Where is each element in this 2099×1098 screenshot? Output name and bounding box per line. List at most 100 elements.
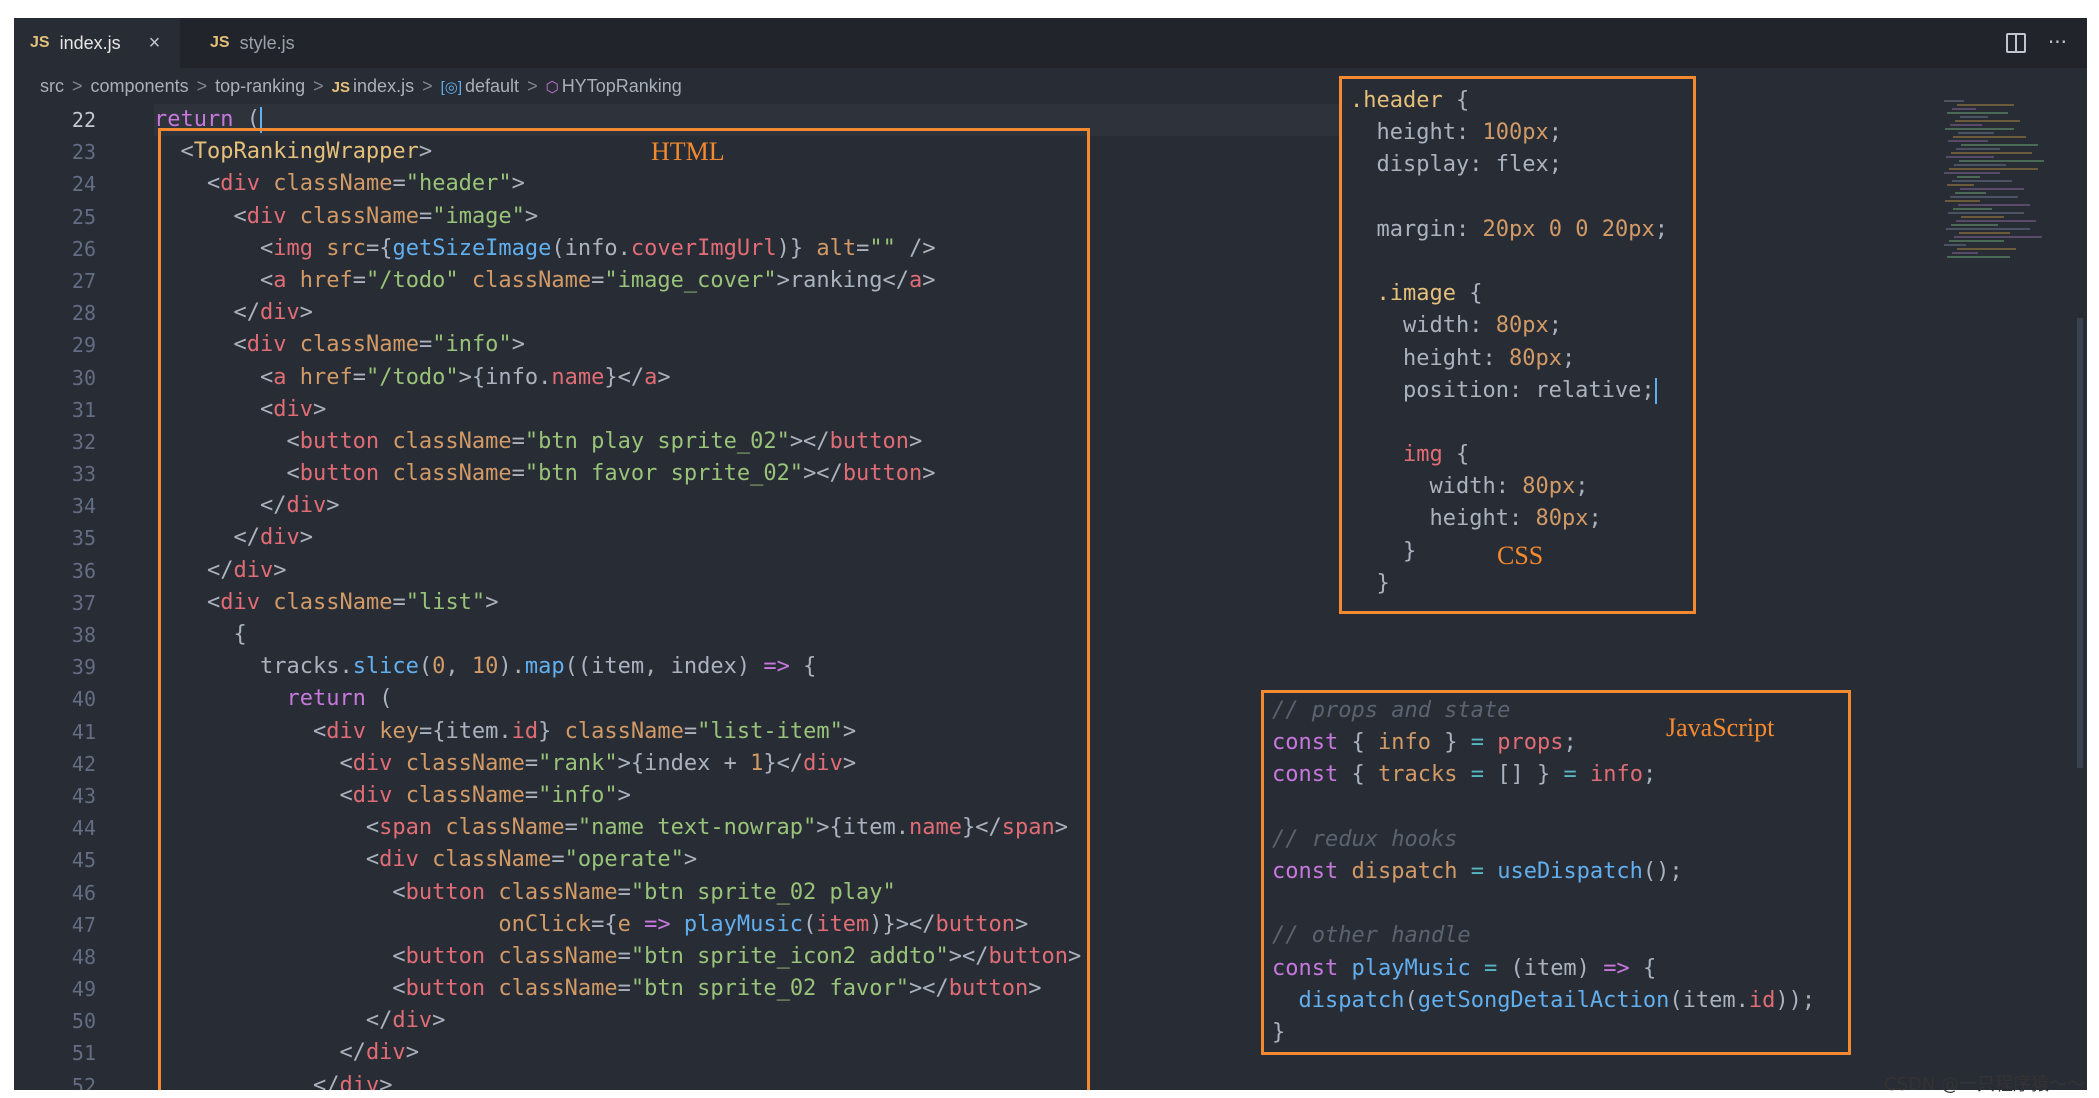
minimap-line bbox=[1944, 244, 1966, 246]
minimap-line bbox=[1957, 104, 2014, 106]
minimap-line bbox=[1955, 192, 1986, 194]
css-line: position: relative; bbox=[1402, 377, 1657, 404]
chevron-right-icon: > bbox=[196, 75, 208, 96]
line-number: 48 bbox=[71, 944, 96, 969]
line-number: 46 bbox=[71, 880, 96, 905]
minimap-line bbox=[1951, 152, 2032, 154]
line-number: 51 bbox=[71, 1041, 96, 1066]
chevron-right-icon: > bbox=[422, 75, 433, 96]
minimap-line bbox=[1953, 136, 2026, 138]
minimap-line bbox=[1945, 128, 2014, 130]
minimap-line bbox=[1944, 172, 2000, 174]
line-number: 39 bbox=[71, 655, 96, 680]
js-line bbox=[1272, 792, 1815, 824]
minimap-line bbox=[1954, 164, 2006, 166]
minimap-line bbox=[1951, 224, 1998, 226]
tab-label: index.js bbox=[59, 32, 121, 53]
css-line: width: 80px; bbox=[1429, 474, 1589, 500]
css-label: CSS bbox=[1497, 541, 1544, 570]
line-number: 40 bbox=[71, 687, 96, 712]
minimap-line bbox=[1952, 108, 1976, 110]
minimap-line bbox=[1959, 160, 2044, 162]
more-actions-icon[interactable]: ··· bbox=[2048, 30, 2067, 54]
minimap-line bbox=[1947, 184, 1974, 186]
minimap-line bbox=[1959, 232, 2010, 234]
minimap-line bbox=[1945, 200, 1980, 202]
minimap-line bbox=[1949, 168, 2038, 170]
javascript-snippet-box: // props and state const { info } = prop… bbox=[1261, 690, 1851, 1055]
line-number: 45 bbox=[71, 848, 96, 873]
css-line: } bbox=[1376, 570, 1390, 596]
js-line: const dispatch = useDispatch(); bbox=[1272, 858, 1683, 884]
minimap-line bbox=[1955, 120, 2020, 122]
html-highlight-box: HTML bbox=[158, 128, 1090, 1090]
line-number: 47 bbox=[71, 912, 96, 937]
js-line: // other handle bbox=[1272, 923, 1471, 949]
js-file-icon: JS bbox=[331, 78, 351, 96]
css-line bbox=[1350, 246, 1668, 278]
breadcrumb: src > components > top-ranking > JS index… bbox=[40, 71, 682, 101]
line-number: 38 bbox=[71, 623, 96, 647]
js-line: } bbox=[1272, 1019, 1286, 1045]
minimap-line bbox=[1947, 256, 2010, 258]
breadcrumb-item[interactable]: src bbox=[40, 76, 64, 97]
breadcrumb-item[interactable]: ⬡ HYTopRanking bbox=[546, 76, 682, 97]
tab-bar: JS index.js × JS style.js ··· bbox=[14, 18, 2087, 68]
breadcrumb-label: index.js bbox=[353, 75, 415, 96]
minimap-line bbox=[1956, 220, 2036, 222]
line-number: 23 bbox=[71, 140, 96, 165]
line-number: 26 bbox=[71, 236, 96, 261]
minimap-line bbox=[1953, 208, 1992, 210]
code-editor[interactable]: JS index.js × JS style.js ··· src > comp… bbox=[14, 18, 2087, 1090]
js-line bbox=[1272, 888, 1815, 920]
variable-symbol-icon: [◎] bbox=[440, 78, 463, 96]
tab-label: style.js bbox=[239, 32, 295, 53]
line-number: 22 bbox=[71, 108, 96, 132]
minimap-line bbox=[1950, 124, 1982, 126]
line-number: 50 bbox=[71, 1009, 96, 1034]
minimap-line bbox=[1950, 196, 2018, 198]
split-editor-icon[interactable] bbox=[2005, 33, 2026, 53]
line-number: 28 bbox=[71, 301, 96, 326]
minimap-line bbox=[1952, 180, 2012, 182]
js-file-icon: JS bbox=[30, 34, 50, 51]
minimap-line bbox=[1944, 100, 1964, 102]
html-label: HTML bbox=[651, 137, 725, 166]
css-line: margin: 20px 0 0 20px; bbox=[1376, 216, 1668, 242]
line-number: 37 bbox=[71, 590, 96, 615]
line-number: 43 bbox=[71, 783, 96, 808]
breadcrumb-item[interactable]: components bbox=[91, 76, 189, 97]
js-line: dispatch(getSongDetailAction(item.id)); bbox=[1298, 987, 1816, 1013]
breadcrumb-item[interactable]: top-ranking bbox=[215, 76, 305, 97]
breadcrumb-item[interactable]: JS index.js bbox=[332, 76, 414, 97]
css-line: height: 80px; bbox=[1402, 345, 1576, 371]
breadcrumb-item[interactable]: [◎] default bbox=[441, 76, 519, 97]
chevron-right-icon: > bbox=[527, 75, 538, 96]
line-number: 30 bbox=[71, 365, 96, 390]
minimap-line bbox=[1957, 176, 1980, 178]
vertical-scrollbar[interactable] bbox=[2077, 318, 2083, 768]
line-number-gutter: 22 23 24 25 26 27 28 29 30 31 32 33 34 35 36 37 38 39 40 41… bbox=[14, 104, 96, 1090]
minimap[interactable] bbox=[1944, 98, 2044, 278]
line-number: 24 bbox=[71, 172, 96, 197]
line-number: 35 bbox=[71, 526, 96, 551]
minimap-line bbox=[1946, 228, 2030, 230]
component-cube-icon: ⬡ bbox=[545, 78, 559, 96]
css-line: .image { bbox=[1376, 281, 1483, 307]
line-number: 44 bbox=[71, 816, 96, 841]
css-line bbox=[1350, 407, 1668, 439]
close-icon[interactable]: × bbox=[149, 32, 161, 55]
breadcrumb-label: HYTopRanking bbox=[561, 75, 682, 96]
watermark: CSDN @一只程序猿～～ bbox=[1883, 1074, 2085, 1095]
line-number: 27 bbox=[71, 268, 96, 293]
tab-style-js[interactable]: JS style.js bbox=[180, 18, 310, 68]
tab-index-js[interactable]: JS index.js × bbox=[14, 18, 180, 68]
line-number: 41 bbox=[71, 719, 96, 744]
minimap-line bbox=[1954, 236, 2042, 238]
minimap-line bbox=[1960, 188, 2024, 190]
minimap-line bbox=[1949, 240, 2004, 242]
minimap-line bbox=[1958, 132, 1994, 134]
minimap-line bbox=[1956, 148, 2000, 150]
line-number: 42 bbox=[71, 751, 96, 776]
line-number: 29 bbox=[71, 333, 96, 358]
